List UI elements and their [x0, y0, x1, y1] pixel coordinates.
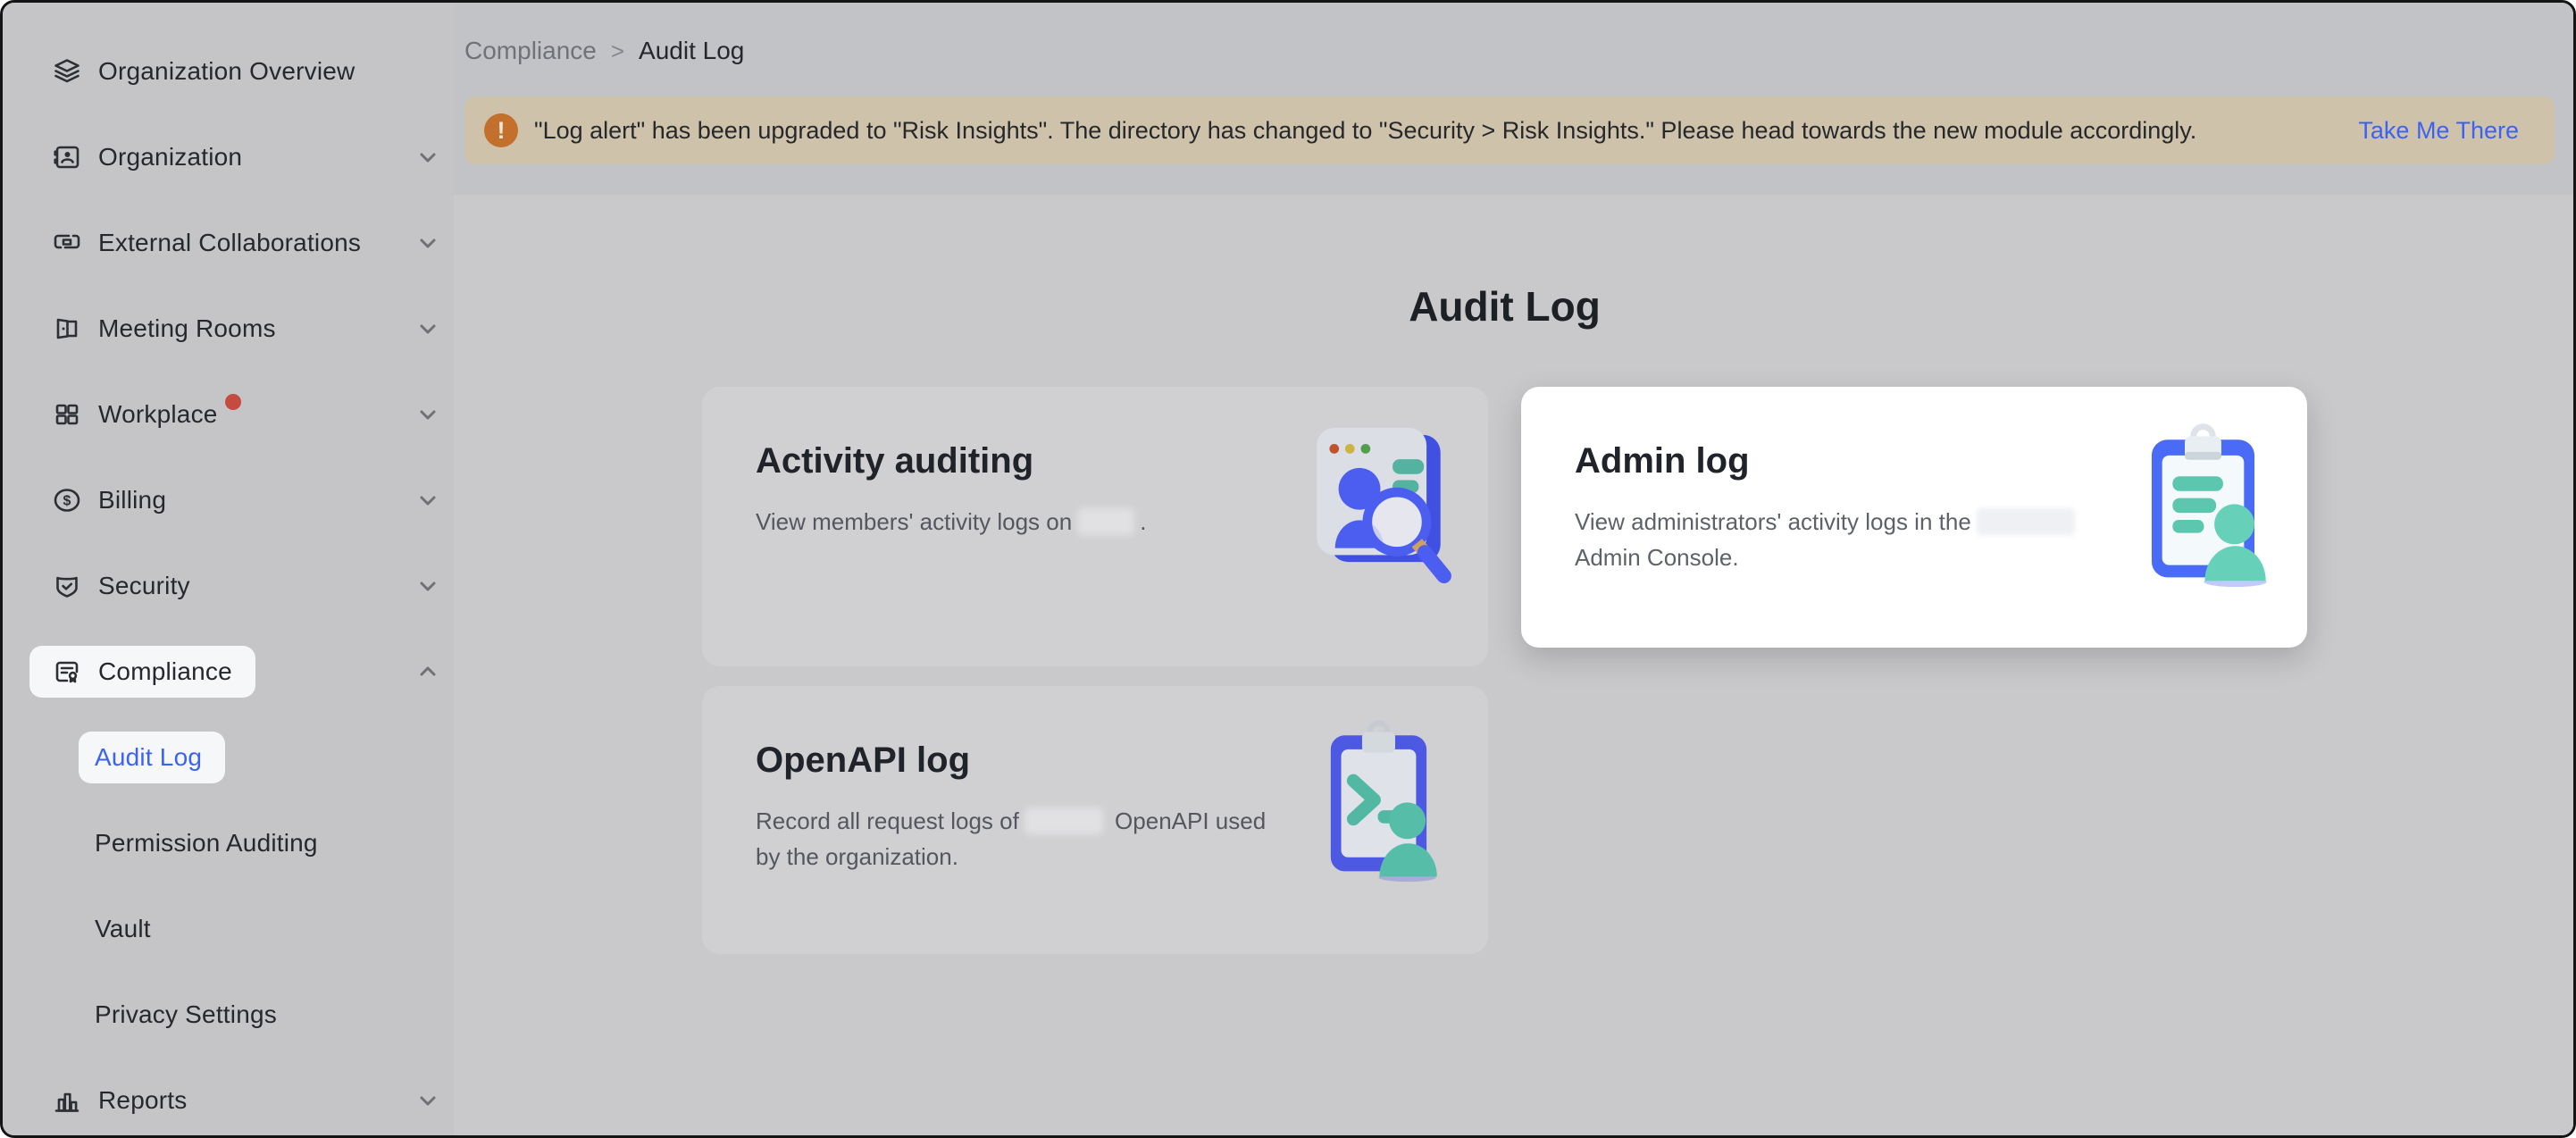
breadcrumb-audit-log: Audit Log: [639, 37, 744, 65]
card-description: View administrators' activity logs in th…: [1575, 504, 2129, 575]
activity-auditing-card[interactable]: Activity auditing View members' activity…: [702, 387, 1488, 666]
take-me-there-link[interactable]: Take Me There: [2358, 117, 2519, 145]
sidebar-item-label: Compliance: [98, 657, 232, 686]
document-seal-icon: [52, 657, 82, 687]
chevron-down-icon: [414, 401, 441, 428]
upgrade-notice-banner: ! "Log alert" has been upgraded to "Risk…: [464, 96, 2555, 164]
chevron-down-icon: [414, 1087, 441, 1114]
chevron-up-icon: [414, 658, 441, 685]
chevron-down-icon: [414, 230, 441, 256]
grid-icon: [52, 399, 82, 430]
overlap-squares-icon: [52, 228, 82, 258]
layers-icon: [52, 56, 82, 87]
chevron-down-icon: [414, 487, 441, 514]
sidebar-subitem-vault[interactable]: Vault: [79, 903, 441, 955]
sidebar-item-label: Organization Overview: [98, 57, 355, 86]
sidebar-item-reports[interactable]: Reports: [29, 1075, 441, 1126]
sidebar-item-label: Organization: [98, 143, 242, 172]
chevron-down-icon: [414, 315, 441, 342]
profile-search-illustration: [1291, 406, 1465, 590]
sidebar-item-billing[interactable]: $ Billing: [29, 474, 441, 526]
bar-chart-icon: [52, 1085, 82, 1116]
content-canvas: Audit Log Activity auditing View members…: [454, 195, 2573, 1135]
sidebar-item-workplace[interactable]: Workplace: [29, 389, 441, 440]
sidebar-item-label: Meeting Rooms: [98, 314, 276, 343]
breadcrumb-separator-icon: >: [611, 38, 624, 65]
card-description: View members' activity logs on.: [756, 504, 1309, 540]
sidebar-item-organization[interactable]: Organization: [29, 131, 441, 183]
admin-console-window: Organization Overview Organization: [0, 0, 2576, 1138]
main-area: Compliance > Audit Log ! "Log alert" has…: [454, 3, 2573, 1135]
chevron-down-icon: [414, 573, 441, 599]
sidebar-item-external-collaborations[interactable]: External Collaborations: [29, 217, 441, 269]
sidebar-subitem-privacy-settings[interactable]: Privacy Settings: [79, 989, 441, 1041]
sidebar-item-security[interactable]: Security: [29, 560, 441, 612]
sidebar: Organization Overview Organization: [3, 3, 454, 1135]
sidebar-subitem-label: Permission Auditing: [95, 829, 318, 858]
openapi-log-card[interactable]: OpenAPI log Record all request logs of O…: [702, 686, 1488, 954]
sidebar-subitem-label: Privacy Settings: [95, 1000, 277, 1029]
redacted-text: [1077, 508, 1134, 535]
clipboard-terminal-illustration: [1291, 706, 1465, 889]
sidebar-item-compliance[interactable]: Compliance: [29, 646, 441, 698]
notification-dot: [225, 394, 241, 410]
card-description: Record all request logs of OpenAPI usedb…: [756, 803, 1309, 874]
sidebar-subitem-audit-log[interactable]: Audit Log: [79, 732, 441, 783]
svg-text:$: $: [63, 494, 71, 509]
alert-icon: !: [484, 113, 518, 147]
card-grid: Activity auditing View members' activity…: [702, 387, 2307, 954]
sidebar-subitem-label: Audit Log: [95, 743, 202, 772]
chevron-down-icon: [414, 144, 441, 171]
breadcrumb: Compliance > Audit Log: [464, 29, 744, 72]
sidebar-item-label: Reports: [98, 1086, 187, 1115]
breadcrumb-compliance[interactable]: Compliance: [464, 37, 597, 65]
sidebar-item-label: Workplace: [98, 400, 218, 429]
contact-card-icon: [52, 142, 82, 172]
sidebar-item-organization-overview[interactable]: Organization Overview: [29, 46, 441, 97]
shield-check-icon: [52, 571, 82, 601]
sidebar-subitem-label: Vault: [95, 915, 151, 943]
meeting-room-icon: [52, 314, 82, 344]
sidebar-subitem-permission-auditing[interactable]: Permission Auditing: [79, 817, 441, 869]
sidebar-item-label: Security: [98, 572, 190, 600]
page-title: Audit Log: [702, 278, 2307, 335]
sidebar-item-label: External Collaborations: [98, 229, 361, 257]
admin-log-card[interactable]: Admin log View administrators' activity …: [1521, 387, 2307, 648]
redacted-text: [1025, 807, 1103, 834]
banner-message: "Log alert" has been upgraded to "Risk I…: [534, 117, 2331, 145]
dollar-circle-icon: $: [52, 485, 82, 515]
sidebar-item-label: Billing: [98, 486, 166, 515]
redacted-text: [1977, 508, 2075, 535]
sidebar-item-meeting-rooms[interactable]: Meeting Rooms: [29, 303, 441, 355]
clipboard-person-illustration: [2115, 410, 2289, 593]
